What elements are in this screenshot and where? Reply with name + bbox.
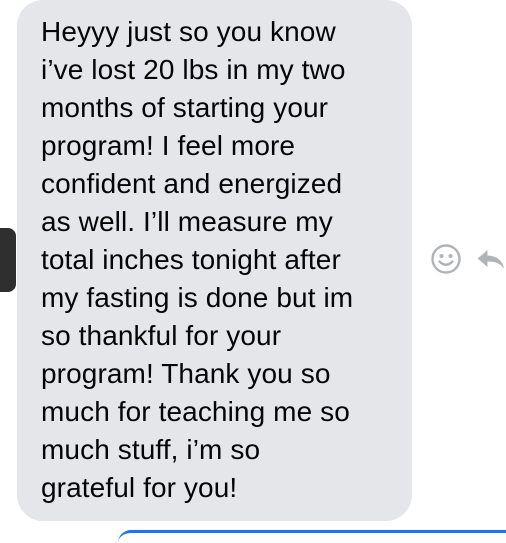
reply-icon[interactable] (475, 243, 506, 275)
message-actions (430, 242, 506, 276)
scroll-tab[interactable] (0, 228, 16, 292)
message-bubble: Heyyy just so you know i’ve lost 20 lbs … (17, 0, 412, 521)
smiley-icon[interactable] (430, 243, 462, 275)
message-text: Heyyy just so you know i’ve lost 20 lbs … (41, 16, 354, 503)
next-message-edge (118, 530, 506, 543)
